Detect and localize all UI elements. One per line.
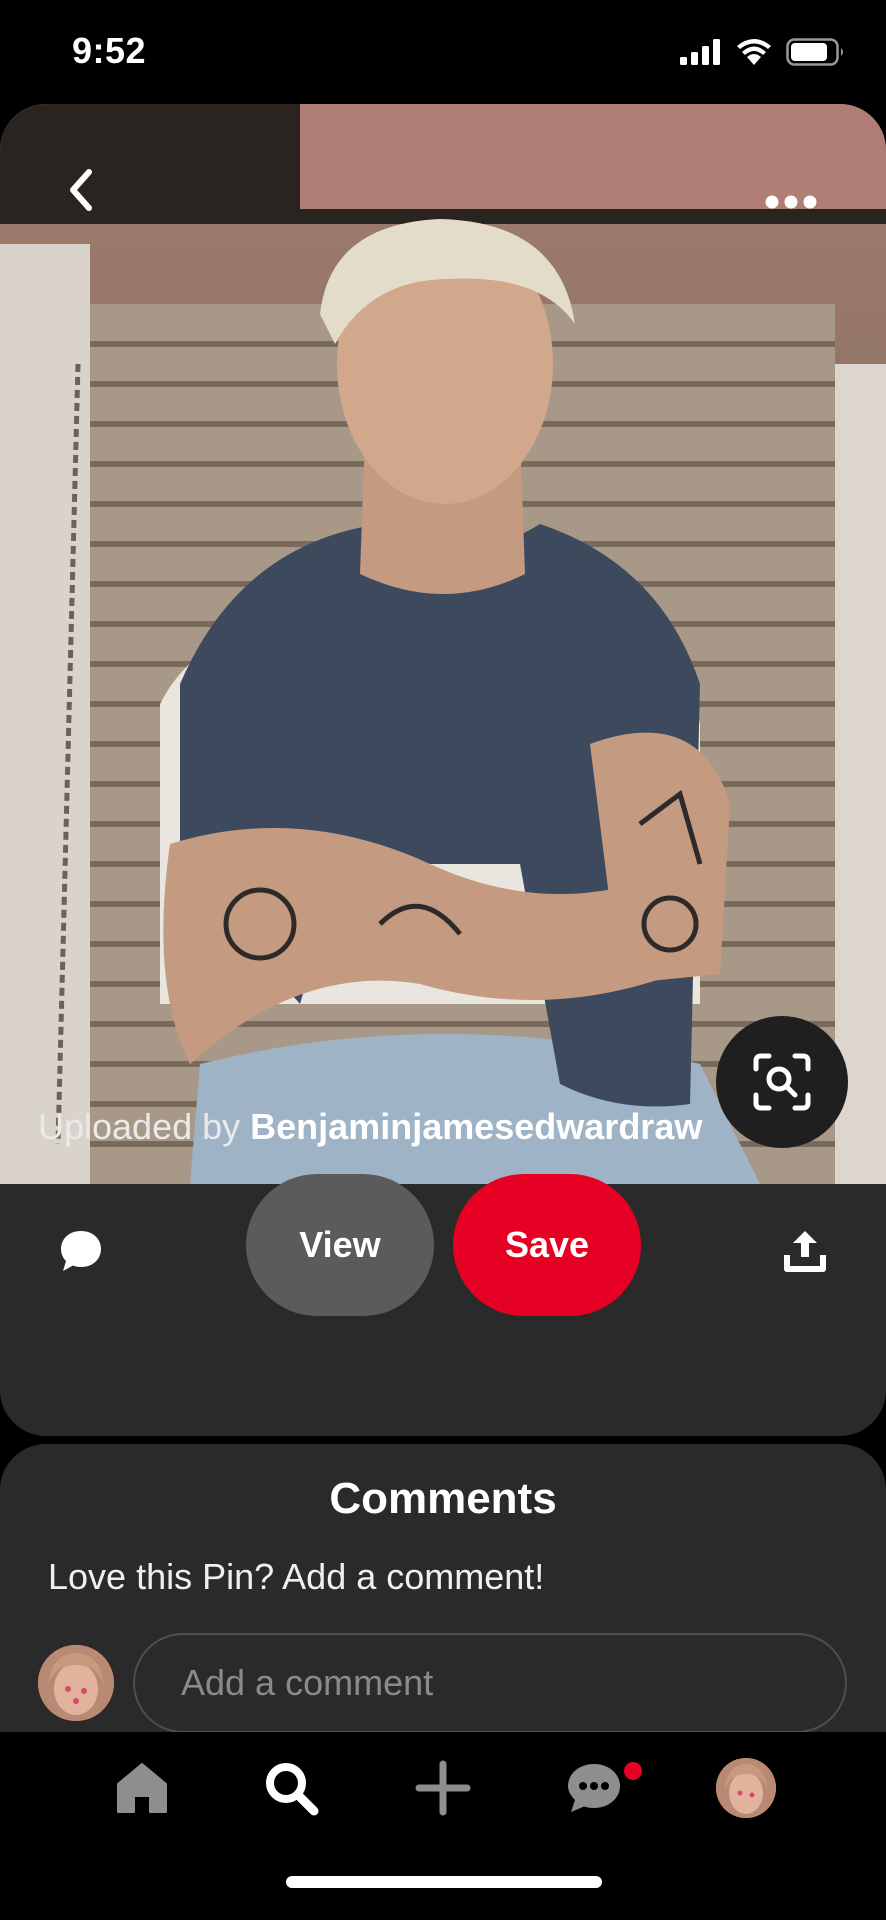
user-avatar [38,1645,114,1721]
more-icon [765,195,817,209]
battery-icon [786,38,843,66]
search-icon [266,1763,319,1816]
uploader-name[interactable]: Benjaminjamesedwardraw [250,1106,702,1147]
nav-create[interactable] [403,1756,483,1820]
share-icon [784,1231,826,1272]
nav-messages[interactable] [554,1756,634,1820]
add-icon [415,1760,471,1816]
status-icons [680,38,846,66]
wifi-icon [737,39,771,65]
comment-icon [61,1231,101,1271]
more-options-button[interactable] [756,180,826,224]
notification-dot [624,1762,642,1780]
comment-button[interactable] [52,1222,110,1280]
nav-search[interactable] [251,1756,331,1820]
back-icon [70,169,92,211]
save-button[interactable]: Save [453,1174,641,1316]
messages-icon [568,1764,620,1812]
share-button[interactable] [776,1222,834,1280]
view-button[interactable]: View [246,1174,434,1316]
home-indicator [286,1876,602,1888]
uploaded-by-prefix: Uploaded by [38,1106,251,1147]
comments-title: Comments [329,1474,557,1523]
uploaded-by-text: Uploaded by Benjaminjamesedwardraw [38,1106,702,1148]
visual-search-button[interactable] [716,1016,848,1148]
visual-search-icon [753,1053,811,1111]
pin-card: Uploaded by Benjaminjamesedwardraw View … [0,104,886,1436]
home-icon [117,1763,167,1813]
status-time: 9:52 [72,30,147,71]
back-button[interactable] [56,162,106,218]
cellular-signal-icon [680,39,720,65]
comment-input[interactable]: Add a comment [133,1633,847,1733]
nav-home[interactable] [102,1756,182,1820]
comments-prompt: Love this Pin? Add a comment! [48,1556,545,1597]
nav-profile-avatar[interactable] [716,1758,776,1818]
